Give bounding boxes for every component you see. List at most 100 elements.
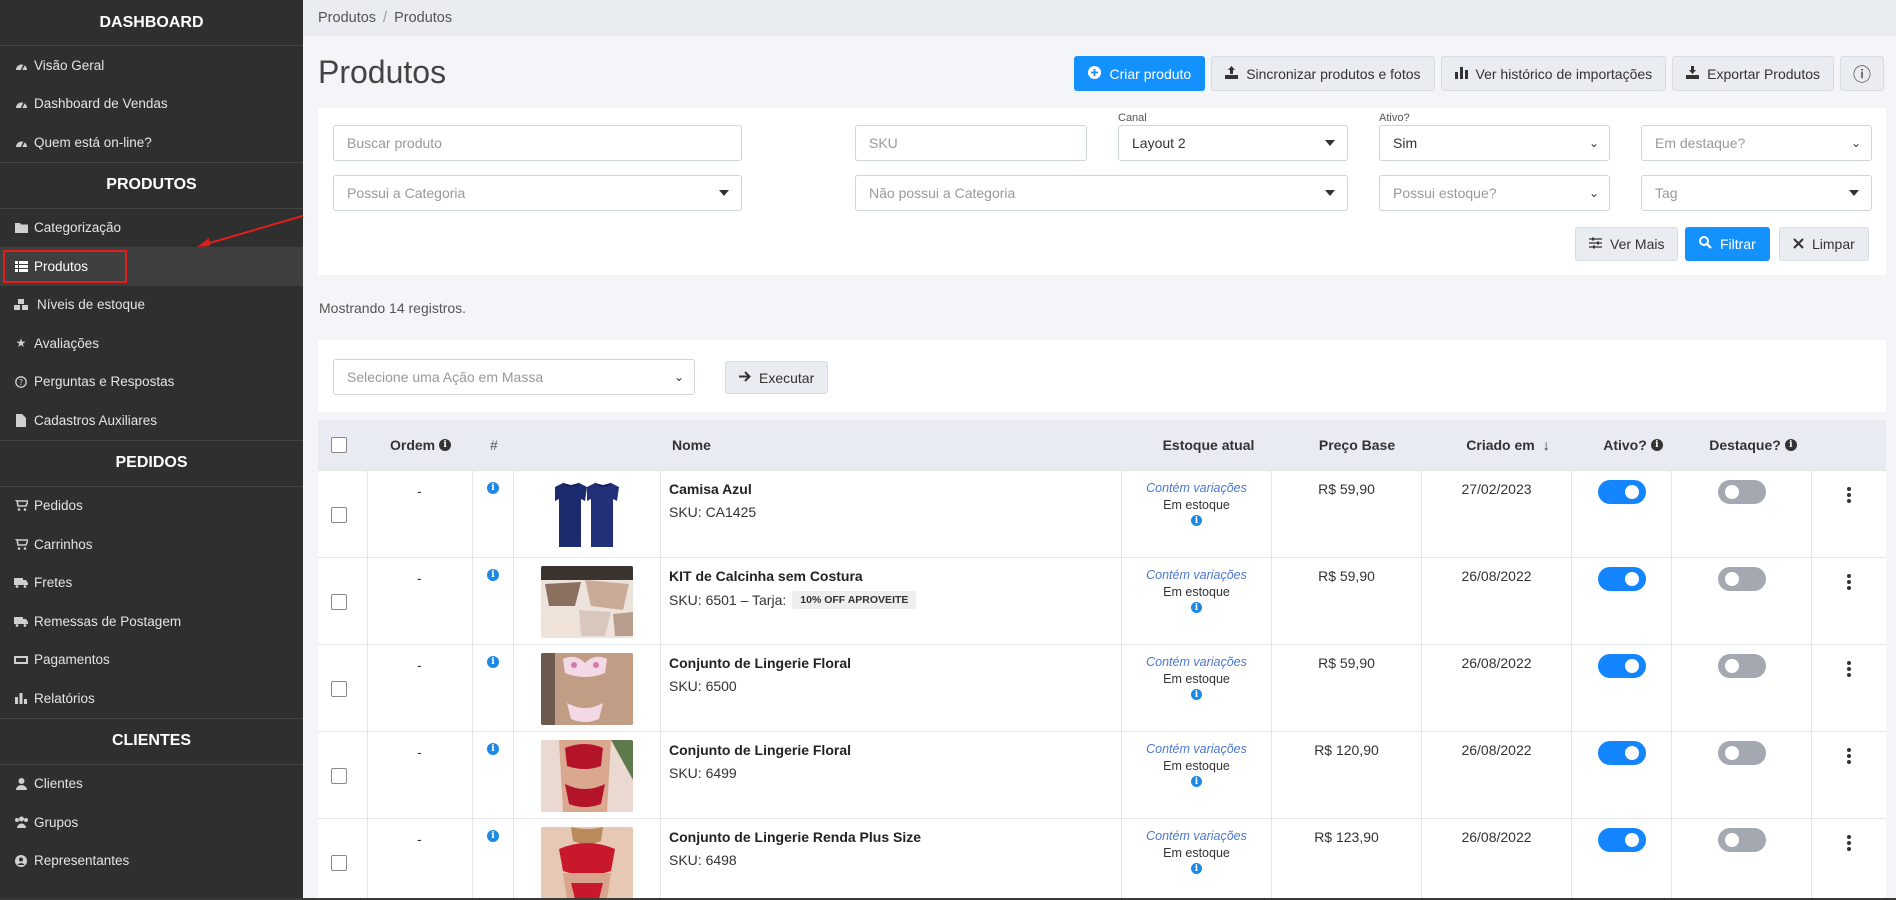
export-products-button[interactable]: Exportar Produtos	[1672, 56, 1834, 91]
stock-status: Em estoque	[1163, 672, 1230, 686]
nao-possui-categoria-select[interactable]: Não possui a Categoria	[855, 175, 1348, 211]
sidebar-item-remessas[interactable]: Remessas de Postagem	[0, 602, 303, 641]
select-all-checkbox[interactable]	[331, 437, 347, 453]
info-icon[interactable]: i	[487, 482, 499, 494]
info-icon[interactable]: i	[487, 569, 499, 581]
active-toggle[interactable]	[1598, 480, 1646, 504]
chevron-down-icon: ⌄	[1588, 136, 1599, 150]
th-ordem[interactable]: Ordem i	[390, 420, 452, 470]
more-options-icon[interactable]	[1839, 833, 1859, 853]
sku-input[interactable]: SKU	[855, 125, 1087, 161]
sidebar-item-dashboard-vendas[interactable]: Dashboard de Vendas	[0, 85, 303, 124]
product-image[interactable]	[541, 740, 633, 812]
more-options-icon[interactable]	[1839, 746, 1859, 766]
possui-categoria-select[interactable]: Possui a Categoria	[333, 175, 742, 211]
active-toggle[interactable]	[1598, 567, 1646, 591]
sidebar-item-label: Grupos	[34, 814, 79, 830]
ver-mais-button[interactable]: Ver Mais	[1575, 227, 1679, 261]
product-name[interactable]: Conjunto de Lingerie Floral	[669, 742, 851, 758]
sidebar-item-perguntas[interactable]: ? Perguntas e Respostas	[0, 363, 303, 402]
featured-toggle[interactable]	[1718, 654, 1766, 678]
breadcrumb-link[interactable]: Produtos	[318, 10, 376, 26]
import-history-button[interactable]: Ver histórico de importações	[1440, 56, 1667, 91]
sync-products-button[interactable]: Sincronizar produtos e fotos	[1211, 56, 1435, 91]
active-toggle[interactable]	[1598, 741, 1646, 765]
info-icon[interactable]: i	[1191, 776, 1202, 787]
sidebar-item-representantes[interactable]: Representantes	[0, 842, 303, 881]
search-input[interactable]: Buscar produto	[333, 125, 742, 161]
info-icon[interactable]: i	[1191, 515, 1202, 526]
stock-variations-link[interactable]: Contém variações	[1122, 828, 1271, 845]
toggle-knob	[1625, 659, 1639, 673]
sidebar-item-cadastros[interactable]: Cadastros Auxiliares	[0, 401, 303, 440]
cell-info: i	[473, 645, 514, 732]
cell-preco: R$ 59,90	[1272, 558, 1422, 645]
sidebar-item-fretes[interactable]: Fretes	[0, 564, 303, 603]
estoque-select[interactable]: Possui estoque? ⌄	[1379, 175, 1610, 211]
created-value: 27/02/2023	[1461, 481, 1532, 497]
sidebar-item-clientes[interactable]: Clientes	[0, 765, 303, 804]
bulk-action-select[interactable]: Selecione uma Ação em Massa ⌄	[333, 359, 695, 395]
cell-ativo	[1572, 819, 1672, 900]
product-name[interactable]: Conjunto de Lingerie Renda Plus Size	[669, 829, 921, 845]
stock-variations-link[interactable]: Contém variações	[1122, 567, 1271, 584]
sidebar-item-avaliacoes[interactable]: ★ Avaliações	[0, 324, 303, 363]
more-options-icon[interactable]	[1839, 659, 1859, 679]
sidebar-item-pedidos[interactable]: Pedidos	[0, 487, 303, 526]
sidebar-item-visao-geral[interactable]: Visão Geral	[0, 46, 303, 85]
info-icon[interactable]: i	[487, 656, 499, 668]
row-checkbox[interactable]	[331, 681, 347, 697]
cell-destaque	[1672, 471, 1812, 558]
sidebar-item-categorizacao[interactable]: Categorização	[0, 209, 303, 248]
product-image[interactable]	[541, 566, 633, 638]
row-checkbox[interactable]	[331, 594, 347, 610]
product-name[interactable]: Camisa Azul	[669, 481, 752, 497]
sidebar-item-niveis-estoque[interactable]: Níveis de estoque	[0, 286, 303, 325]
product-name[interactable]: Conjunto de Lingerie Floral	[669, 655, 851, 671]
info-icon[interactable]: i	[1191, 602, 1202, 613]
product-image[interactable]	[541, 479, 633, 551]
info-icon[interactable]: i	[1191, 863, 1202, 874]
cell-actions	[1812, 645, 1886, 732]
featured-toggle[interactable]	[1718, 741, 1766, 765]
create-product-button[interactable]: Criar produto	[1074, 56, 1206, 91]
featured-toggle[interactable]	[1718, 480, 1766, 504]
product-image[interactable]	[541, 827, 633, 899]
execute-button[interactable]: Executar	[725, 361, 829, 394]
cell-preco: R$ 59,90	[1272, 645, 1422, 732]
destaque-select[interactable]: Em destaque? ⌄	[1641, 125, 1872, 161]
th-criado[interactable]: Criado em ↓	[1433, 420, 1583, 470]
stock-variations-link[interactable]: Contém variações	[1122, 654, 1271, 671]
featured-toggle[interactable]	[1718, 567, 1766, 591]
featured-toggle[interactable]	[1718, 828, 1766, 852]
sidebar-item-pagamentos[interactable]: Pagamentos	[0, 641, 303, 680]
info-button[interactable]: ⓘ	[1840, 56, 1884, 91]
more-options-icon[interactable]	[1839, 572, 1859, 592]
info-icon[interactable]: i	[487, 743, 499, 755]
row-checkbox[interactable]	[331, 768, 347, 784]
stock-variations-link[interactable]: Contém variações	[1122, 480, 1271, 497]
info-icon: i	[439, 439, 452, 451]
tag-select[interactable]: Tag	[1641, 175, 1872, 211]
sidebar-item-carrinhos[interactable]: Carrinhos	[0, 525, 303, 564]
sidebar-item-grupos[interactable]: Grupos	[0, 803, 303, 842]
stock-variations-link[interactable]: Contém variações	[1122, 741, 1271, 758]
product-image[interactable]	[541, 653, 633, 725]
canal-select[interactable]: Layout 2	[1118, 125, 1348, 161]
row-checkbox[interactable]	[331, 855, 347, 871]
ativo-select[interactable]: Sim ⌄	[1379, 125, 1610, 161]
more-options-icon[interactable]	[1839, 485, 1859, 505]
active-toggle[interactable]	[1598, 654, 1646, 678]
sidebar-item-produtos[interactable]: Produtos	[0, 247, 303, 286]
sidebar-item-relatorios[interactable]: Relatórios	[0, 679, 303, 718]
sidebar-item-quem-online[interactable]: Quem está on-line?	[0, 123, 303, 162]
ordem-value: -	[417, 744, 422, 760]
info-icon[interactable]: i	[487, 830, 499, 842]
active-toggle[interactable]	[1598, 828, 1646, 852]
filtrar-button[interactable]: Filtrar	[1685, 227, 1770, 261]
limpar-button[interactable]: Limpar	[1779, 227, 1869, 261]
cell-thumb	[514, 645, 661, 732]
info-icon[interactable]: i	[1191, 689, 1202, 700]
product-name[interactable]: KIT de Calcinha sem Costura	[669, 568, 863, 584]
row-checkbox[interactable]	[331, 507, 347, 523]
